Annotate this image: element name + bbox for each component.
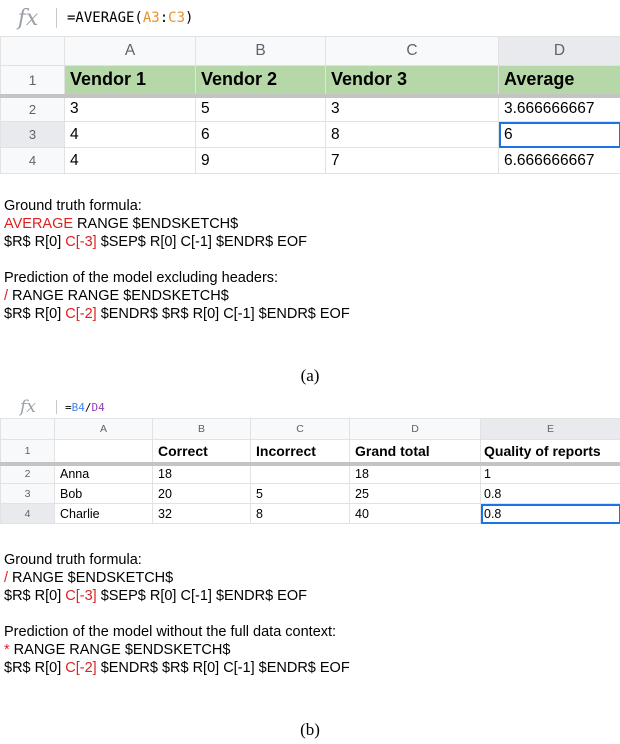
- cell-b4[interactable]: 9: [195, 147, 326, 174]
- row-header-2[interactable]: 2: [0, 95, 65, 122]
- ground-truth-line-1: / RANGE $ENDSKETCH$: [4, 570, 174, 586]
- cell-a3[interactable]: Bob: [54, 483, 153, 504]
- cell-d3-selected[interactable]: 6: [498, 121, 620, 148]
- highlighted-token: C[-3]: [65, 588, 97, 604]
- cell-d3[interactable]: 25: [349, 483, 481, 504]
- formula-input-b[interactable]: =B4/D4: [65, 401, 105, 414]
- prediction-label: Prediction of the model excluding header…: [4, 270, 279, 286]
- header-cell-grand-total[interactable]: Grand total: [349, 439, 481, 464]
- caption-b: (b): [300, 720, 320, 739]
- cell-grid-b: A B C D E 1 Correct Incorrect Grand tota…: [0, 418, 620, 524]
- ground-truth-line-2: $R$ R[0] C[-3] $SEP$ R[0] C[-1] $ENDR$ E…: [4, 588, 307, 604]
- highlighted-token: C[-2]: [65, 660, 97, 676]
- corner-cell[interactable]: [0, 418, 55, 440]
- ground-truth-label: Ground truth formula:: [4, 552, 142, 568]
- row-header-2[interactable]: 2: [0, 463, 55, 484]
- cell-c2[interactable]: 3: [325, 95, 499, 122]
- column-header-c[interactable]: C: [325, 36, 499, 66]
- column-header-a[interactable]: A: [64, 36, 196, 66]
- range-end-ref: C3: [168, 10, 186, 26]
- spreadsheet-b: fx =B4/D4 A B C D E 1 Correct Incorrect …: [0, 396, 620, 532]
- column-header-b[interactable]: B: [152, 418, 251, 440]
- header-cell-quality-of-reports[interactable]: Quality of reports: [480, 439, 620, 464]
- cell-d4[interactable]: 6.666666667: [498, 147, 620, 174]
- column-header-b[interactable]: B: [195, 36, 326, 66]
- denominator-ref: D4: [91, 400, 105, 414]
- cell-e3[interactable]: 0.8: [480, 483, 620, 504]
- cell-a2[interactable]: Anna: [54, 463, 153, 484]
- numerator-ref: B4: [71, 400, 85, 414]
- formula-bar-divider: [56, 400, 57, 414]
- function-icon: fx: [17, 5, 39, 31]
- function-icon: fx: [20, 397, 36, 417]
- prediction-label: Prediction of the model without the full…: [4, 624, 337, 640]
- highlighted-token: C[-2]: [65, 306, 97, 322]
- range-start-ref: A3: [142, 10, 160, 26]
- column-header-e[interactable]: E: [480, 418, 620, 440]
- cell-c2[interactable]: [250, 463, 350, 484]
- spreadsheet-a: fx =AVERAGE(A3:C3) A B C D 1 Vendor 1 Ve…: [0, 0, 620, 186]
- cell-b2[interactable]: 5: [195, 95, 326, 122]
- header-cell-vendor-1[interactable]: Vendor 1: [64, 65, 196, 96]
- ground-truth-line-1: AVERAGE RANGE $ENDSKETCH$: [4, 216, 239, 232]
- cell-a2[interactable]: 3: [64, 95, 196, 122]
- cell-c4[interactable]: 7: [325, 147, 499, 174]
- row-header-3[interactable]: 3: [0, 483, 55, 504]
- caption-a: (a): [300, 366, 320, 385]
- prediction-line-1: * RANGE RANGE $ENDSKETCH$: [4, 642, 231, 658]
- column-header-d[interactable]: D: [349, 418, 481, 440]
- cell-a4[interactable]: 4: [64, 147, 196, 174]
- cell-b4[interactable]: 32: [152, 503, 251, 524]
- cell-d2[interactable]: 18: [349, 463, 481, 484]
- formula-input-a[interactable]: =AVERAGE(A3:C3): [67, 10, 193, 26]
- formula-bar-divider: [56, 8, 57, 28]
- cell-d2[interactable]: 3.666666667: [498, 95, 620, 122]
- column-header-d[interactable]: D: [498, 36, 620, 66]
- ground-truth-label: Ground truth formula:: [4, 198, 142, 214]
- row-header-4[interactable]: 4: [0, 147, 65, 174]
- row-header-3[interactable]: 3: [0, 121, 65, 148]
- cell-d4[interactable]: 40: [349, 503, 481, 524]
- cell-e4-selected[interactable]: 0.8: [480, 503, 620, 524]
- row-header-1[interactable]: 1: [0, 439, 55, 464]
- prediction-line-2: $R$ R[0] C[-2] $ENDR$ $R$ R[0] C[-1] $EN…: [4, 660, 350, 676]
- highlighted-token: C[-3]: [65, 234, 97, 250]
- cell-b2[interactable]: 18: [152, 463, 251, 484]
- header-cell-vendor-2[interactable]: Vendor 2: [195, 65, 326, 96]
- column-header-a[interactable]: A: [54, 418, 153, 440]
- cell-e2[interactable]: 1: [480, 463, 620, 484]
- cell-c3[interactable]: 8: [325, 121, 499, 148]
- ground-truth-line-2: $R$ R[0] C[-3] $SEP$ R[0] C[-1] $ENDR$ E…: [4, 234, 307, 250]
- formula-bar-b: fx =B4/D4: [0, 396, 620, 419]
- column-header-c[interactable]: C: [250, 418, 350, 440]
- formula-notes-b: Ground truth formula: / RANGE $ENDSKETCH…: [4, 551, 350, 677]
- header-cell-correct[interactable]: Correct: [152, 439, 251, 464]
- prediction-line-1: / RANGE RANGE $ENDSKETCH$: [4, 288, 229, 304]
- highlighted-token: AVERAGE: [4, 216, 74, 232]
- prediction-line-2: $R$ R[0] C[-2] $ENDR$ $R$ R[0] C[-1] $EN…: [4, 306, 350, 322]
- corner-cell[interactable]: [0, 36, 65, 66]
- formula-bar-a: fx =AVERAGE(A3:C3): [0, 0, 620, 37]
- cell-a4[interactable]: Charlie: [54, 503, 153, 524]
- header-cell-average[interactable]: Average: [498, 65, 620, 96]
- cell-grid-a: A B C D 1 Vendor 1 Vendor 2 Vendor 3 Ave…: [0, 36, 620, 174]
- cell-c3[interactable]: 5: [250, 483, 350, 504]
- header-cell-incorrect[interactable]: Incorrect: [250, 439, 350, 464]
- row-header-1[interactable]: 1: [0, 65, 65, 96]
- cell-a3[interactable]: 4: [64, 121, 196, 148]
- header-cell-vendor-3[interactable]: Vendor 3: [325, 65, 499, 96]
- formula-notes-a: Ground truth formula: AVERAGE RANGE $END…: [4, 197, 350, 323]
- row-header-4[interactable]: 4: [0, 503, 55, 524]
- cell-a1[interactable]: [54, 439, 153, 464]
- cell-b3[interactable]: 6: [195, 121, 326, 148]
- cell-b3[interactable]: 20: [152, 483, 251, 504]
- cell-c4[interactable]: 8: [250, 503, 350, 524]
